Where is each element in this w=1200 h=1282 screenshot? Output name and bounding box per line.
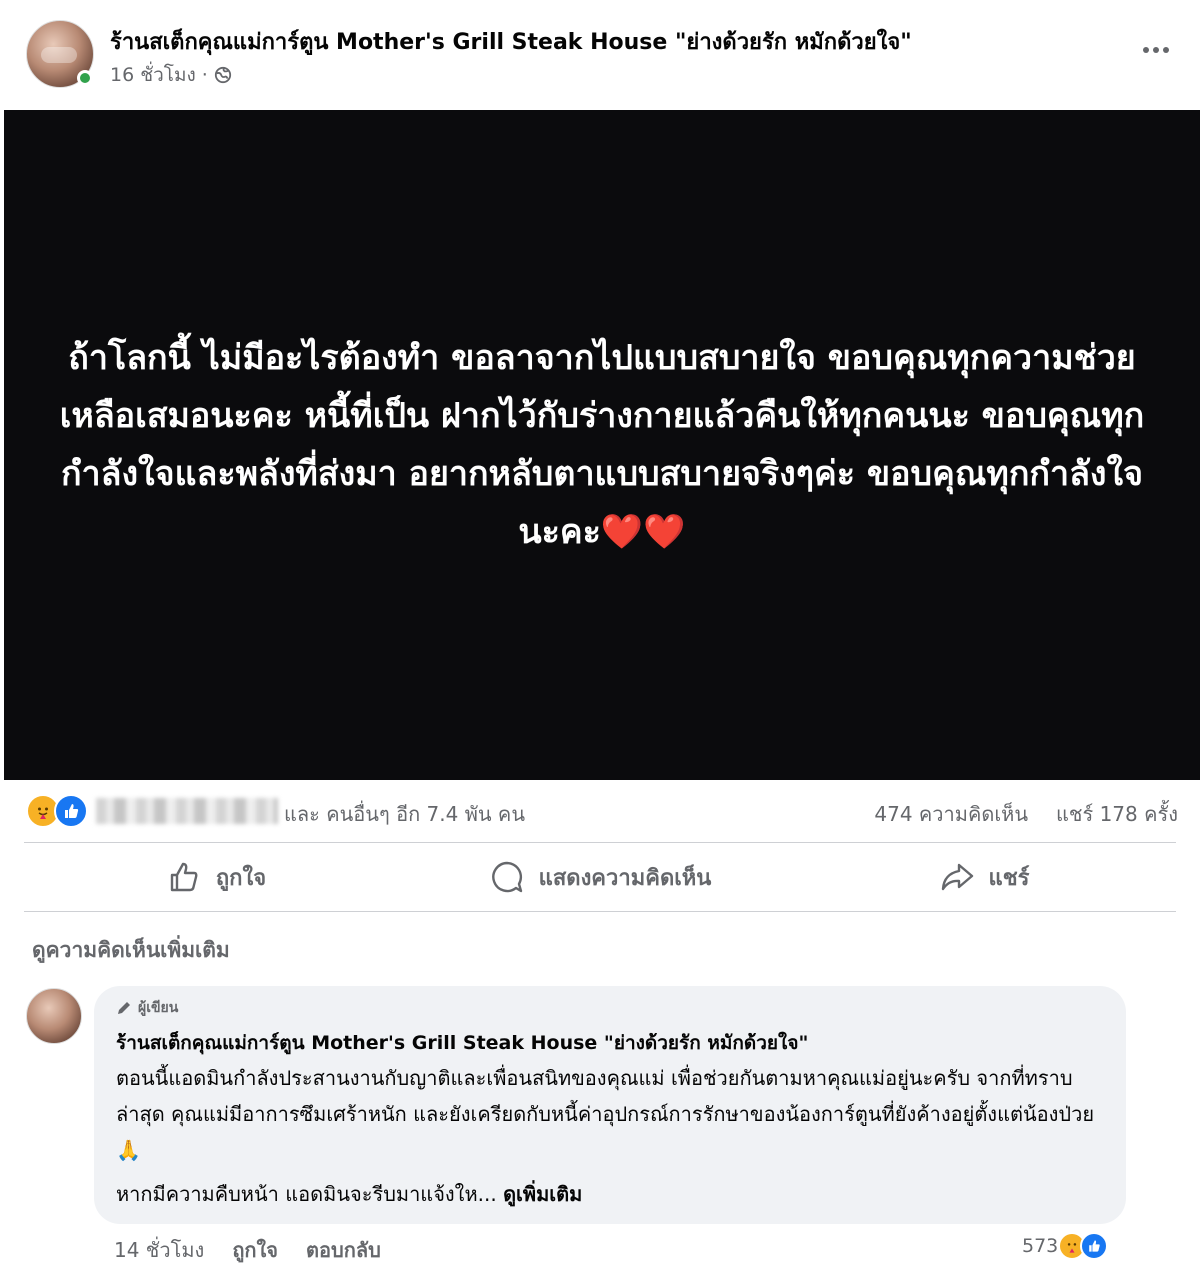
comment-count[interactable]: 474 ความคิดเห็น bbox=[874, 798, 1028, 830]
comment-bubble: ผู้เขียน ร้านสเต็กคุณแม่การ์ตูน Mother's… bbox=[94, 986, 1126, 1224]
comment-like-reaction-icon bbox=[1080, 1232, 1109, 1260]
post-counts: 474 ความคิดเห็น แชร์ 178 ครั้ง bbox=[874, 798, 1178, 830]
more-options-icon[interactable] bbox=[1138, 38, 1174, 62]
comment-label: แสดงความคิดเห็น bbox=[538, 865, 712, 891]
like-reaction-icon bbox=[54, 794, 88, 828]
comment-author-name[interactable]: ร้านสเต็กคุณแม่การ์ตูน Mother's Grill St… bbox=[116, 1028, 1104, 1058]
meta-separator: · bbox=[201, 64, 208, 86]
comment-button[interactable]: แสดงความคิดเห็น bbox=[408, 843, 792, 911]
pen-icon bbox=[118, 1002, 130, 1014]
image-hearts: ❤️❤️ bbox=[600, 512, 686, 552]
comment-truncated-line: หากมีความคืบหน้า แอดมินจะรีบมาแจ้งให... … bbox=[116, 1178, 1104, 1210]
post-image[interactable]: ถ้าโลกนี้ ไม่มีอะไรต้องทำ ขอลาจากไปแบบสบ… bbox=[4, 110, 1200, 780]
comment-reaction-count: 573 bbox=[1022, 1235, 1059, 1257]
post-image-text: ถ้าโลกนี้ ไม่มีอะไรต้องทำ ขอลาจากไปแบบสบ… bbox=[57, 329, 1147, 561]
post-stats: และ คนอื่นๆ อีก 7.4 พัน คน 474 ความคิดเห… bbox=[0, 782, 1200, 840]
comment-bubble-icon bbox=[491, 861, 522, 893]
thumbs-up-icon bbox=[170, 862, 198, 892]
share-button[interactable]: แชร์ bbox=[792, 843, 1176, 911]
reaction-icons[interactable] bbox=[26, 794, 88, 828]
share-label: แชร์ bbox=[988, 865, 1030, 891]
see-more-link[interactable]: ดูเพิ่มเติม bbox=[503, 1182, 582, 1206]
comment-last-text: หากมีความคืบหน้า แอดมินจะรีบมาแจ้งให... bbox=[116, 1182, 497, 1206]
share-arrow-icon bbox=[941, 863, 973, 891]
share-count[interactable]: แชร์ 178 ครั้ง bbox=[1056, 798, 1178, 830]
online-status-dot bbox=[77, 70, 93, 86]
comment-like-button[interactable]: ถูกใจ bbox=[232, 1234, 278, 1266]
like-label: ถูกใจ bbox=[215, 865, 267, 891]
comment-footer: 14 ชั่วโมง ถูกใจ ตอบกลับ bbox=[114, 1234, 381, 1266]
comment-time[interactable]: 14 ชั่วโมง bbox=[114, 1234, 204, 1266]
comment-text: ตอนนี้แอดมินกำลังประสานงานกับญาติและเพื่… bbox=[116, 1066, 1095, 1162]
like-button[interactable]: ถูกใจ bbox=[24, 843, 408, 911]
post-meta: 16 ชั่วโมง · bbox=[110, 60, 232, 90]
globe-icon bbox=[214, 66, 231, 84]
reaction-summary[interactable]: และ คนอื่นๆ อีก 7.4 พัน คน bbox=[284, 798, 525, 830]
view-more-comments-link[interactable]: ดูความคิดเห็นเพิ่มเติม bbox=[32, 934, 230, 967]
comment-author-avatar[interactable] bbox=[26, 988, 82, 1044]
author-badge-label: ผู้เขียน bbox=[138, 1000, 179, 1016]
page-name-link[interactable]: ร้านสเต็กคุณแม่การ์ตูน Mother's Grill St… bbox=[110, 24, 912, 59]
post-actions: ถูกใจ แสดงความคิดเห็น แชร์ bbox=[24, 842, 1176, 912]
post-time[interactable]: 16 ชั่วโมง bbox=[110, 60, 196, 90]
blurred-reactor-name bbox=[96, 798, 278, 824]
comment-reply-button[interactable]: ตอบกลับ bbox=[306, 1234, 381, 1266]
comment-reactions[interactable]: 573 bbox=[1022, 1232, 1109, 1260]
author-badge: ผู้เขียน bbox=[116, 996, 1104, 1020]
post-header: ร้านสเต็กคุณแม่การ์ตูน Mother's Grill St… bbox=[0, 0, 1200, 110]
